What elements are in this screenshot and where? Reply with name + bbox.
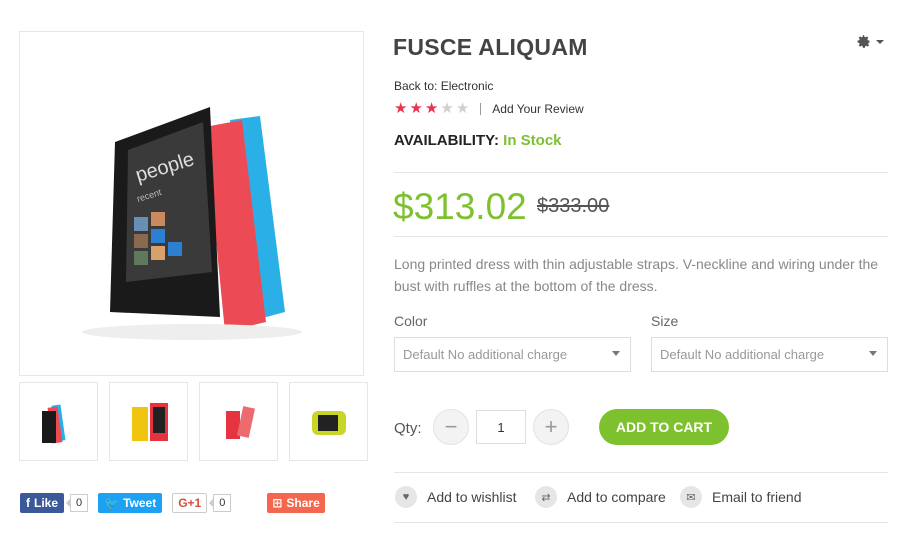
size-label: Size: [651, 313, 679, 329]
breadcrumb-back-link[interactable]: Back to: Electronic: [394, 79, 493, 93]
email-to-friend-link[interactable]: ✉ Email to friend: [680, 486, 801, 508]
divider: [394, 472, 888, 473]
qty-increase-button[interactable]: +: [533, 409, 569, 445]
divider: [480, 102, 482, 115]
color-select[interactable]: Default No additional charge: [394, 337, 631, 372]
color-label: Color: [394, 313, 428, 329]
phone-thumb-icon: [131, 402, 168, 441]
plus-icon: ⊞: [272, 496, 283, 510]
main-product-image[interactable]: people recent: [19, 31, 364, 376]
size-select[interactable]: Default No additional charge: [651, 337, 888, 372]
google-plus-count: 0: [209, 494, 232, 512]
thumbnail-red-phone[interactable]: [199, 382, 278, 461]
availability: AVAILABILITY: In Stock: [394, 132, 562, 149]
availability-status: In Stock: [503, 132, 562, 149]
rating-row: ★ ★ ★ ★ ★ Add Your Review: [394, 101, 584, 116]
old-price: $333.00: [537, 195, 610, 217]
add-to-wishlist-link[interactable]: ♥ Add to wishlist: [395, 486, 516, 508]
divider: [394, 522, 888, 523]
star-icon: ★: [455, 100, 470, 117]
tweet-button[interactable]: 🐦 Tweet: [98, 493, 163, 513]
thumbnail-yellow-phone[interactable]: [109, 382, 188, 461]
divider: [394, 236, 888, 237]
share-label: Share: [286, 496, 320, 510]
facebook-label: Like: [34, 496, 59, 510]
twitter-icon: 🐦: [104, 496, 120, 510]
caret-down-icon: [869, 351, 877, 356]
divider: [394, 172, 888, 173]
settings-dropdown[interactable]: [856, 34, 884, 49]
add-to-compare-link[interactable]: ⇄ Add to compare: [535, 486, 666, 508]
color-select-value: Default No additional charge: [403, 347, 568, 362]
availability-label: AVAILABILITY:: [394, 132, 499, 149]
thumbnail-black-phone[interactable]: [19, 382, 98, 461]
wishlist-label: Add to wishlist: [427, 489, 517, 505]
social-share-bar: f Like 0 🐦 Tweet G+1 0 ⊞ Share: [20, 493, 325, 513]
phone-illustration: people recent: [82, 107, 302, 340]
heart-icon: ♥: [395, 486, 417, 508]
share-button[interactable]: ⊞ Share: [267, 493, 325, 513]
compare-label: Add to compare: [567, 489, 666, 505]
qty-label: Qty:: [394, 420, 422, 437]
compare-icon: ⇄: [535, 486, 557, 508]
product-title: FUSCE ALIQUAM: [393, 34, 588, 60]
thumbnail-strip: [19, 382, 368, 461]
google-plus-button[interactable]: G+1: [172, 493, 208, 513]
add-to-cart-button[interactable]: ADD TO CART: [599, 409, 729, 445]
tweet-label: Tweet: [123, 496, 157, 510]
envelope-icon: ✉: [680, 486, 702, 508]
qty-decrease-button[interactable]: −: [433, 409, 469, 445]
facebook-like-button[interactable]: f Like: [20, 493, 65, 513]
star-icon: ★: [440, 100, 454, 117]
star-icon: ★: [424, 100, 439, 117]
star-icon: ★: [394, 100, 408, 117]
star-icon: ★: [409, 100, 423, 117]
chevron-down-icon: [876, 39, 884, 44]
current-price: $313.02: [393, 186, 527, 227]
watch-thumb-icon: [311, 410, 346, 435]
email-label: Email to friend: [712, 489, 802, 505]
phone-thumb-icon: [225, 405, 255, 439]
product-description: Long printed dress with thin adjustable …: [394, 256, 879, 294]
phone-thumb-icon: [41, 403, 65, 444]
add-review-link[interactable]: Add Your Review: [492, 102, 583, 116]
size-select-value: Default No additional charge: [660, 347, 825, 362]
thumbnail-smartwatch[interactable]: [289, 382, 368, 461]
gear-icon: [857, 35, 870, 48]
facebook-icon: f: [26, 496, 30, 510]
facebook-count: 0: [65, 494, 89, 512]
caret-down-icon: [612, 351, 620, 356]
qty-input[interactable]: [476, 410, 526, 444]
